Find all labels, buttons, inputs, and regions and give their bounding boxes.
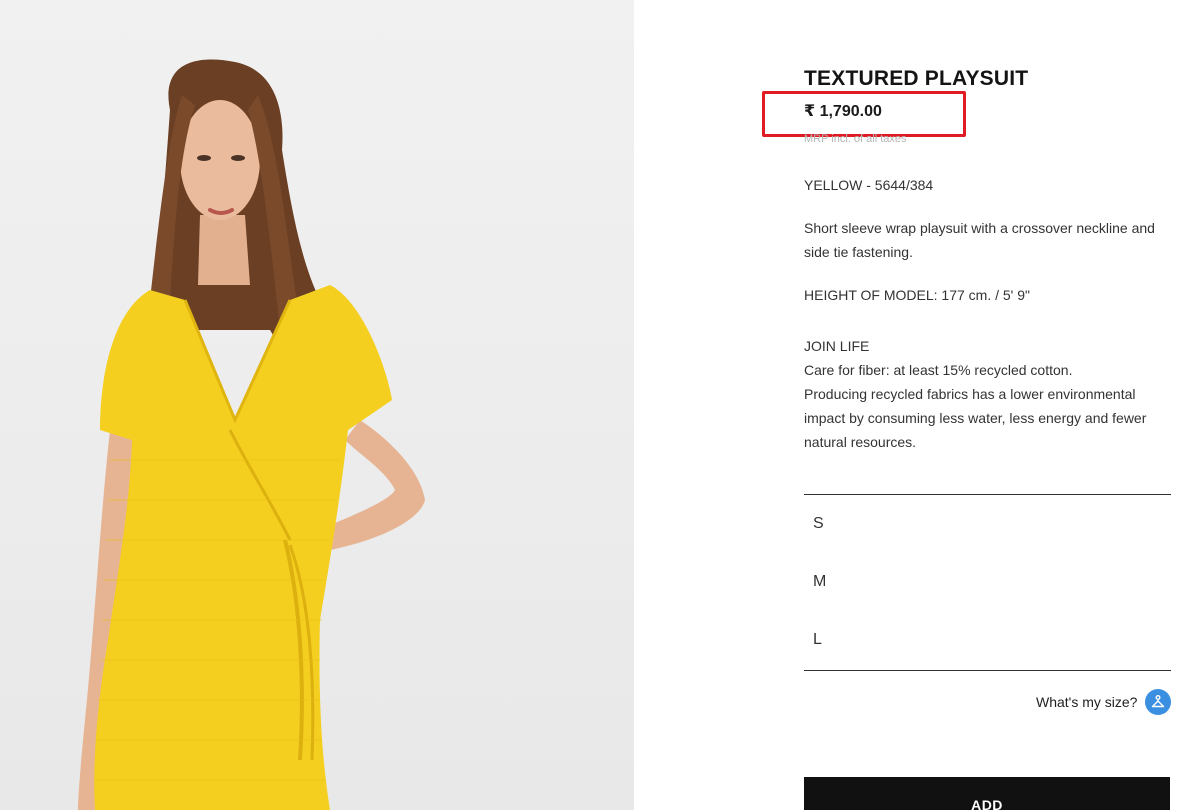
size-option-m[interactable]: M: [813, 573, 826, 591]
size-option-s[interactable]: S: [813, 515, 824, 533]
hanger-icon: [1145, 689, 1172, 715]
size-guide-link[interactable]: What's my size?: [1036, 689, 1172, 715]
model-height: HEIGHT OF MODEL: 177 cm. / 5' 9": [804, 287, 1030, 303]
join-life-line1: Care for fiber: at least 15% recycled co…: [804, 362, 1073, 378]
size-guide-label: What's my size?: [1036, 694, 1138, 710]
join-life-heading: JOIN LIFE: [804, 338, 870, 354]
add-button[interactable]: ADD: [804, 777, 1170, 810]
tax-note: MRP incl. of all taxes: [804, 133, 907, 145]
price-highlight-box: [762, 91, 966, 137]
product-title: TEXTURED PLAYSUIT: [804, 67, 1029, 90]
size-selector: S M L: [804, 494, 1171, 671]
product-details-panel: TEXTURED PLAYSUIT ₹ 1,790.00 MRP incl. o…: [634, 0, 1200, 810]
product-page: TEXTURED PLAYSUIT ₹ 1,790.00 MRP incl. o…: [0, 0, 1200, 810]
color-reference: YELLOW - 5644/384: [804, 177, 934, 193]
product-description: Short sleeve wrap playsuit with a crosso…: [804, 220, 1155, 260]
size-option-l[interactable]: L: [813, 631, 822, 649]
join-life-line2: Producing recycled fabrics has a lower e…: [804, 386, 1147, 450]
model-illustration: [78, 59, 425, 810]
join-life-section: JOIN LIFE Care for fiber: at least 15% r…: [804, 334, 1174, 454]
product-photo[interactable]: [0, 0, 634, 810]
